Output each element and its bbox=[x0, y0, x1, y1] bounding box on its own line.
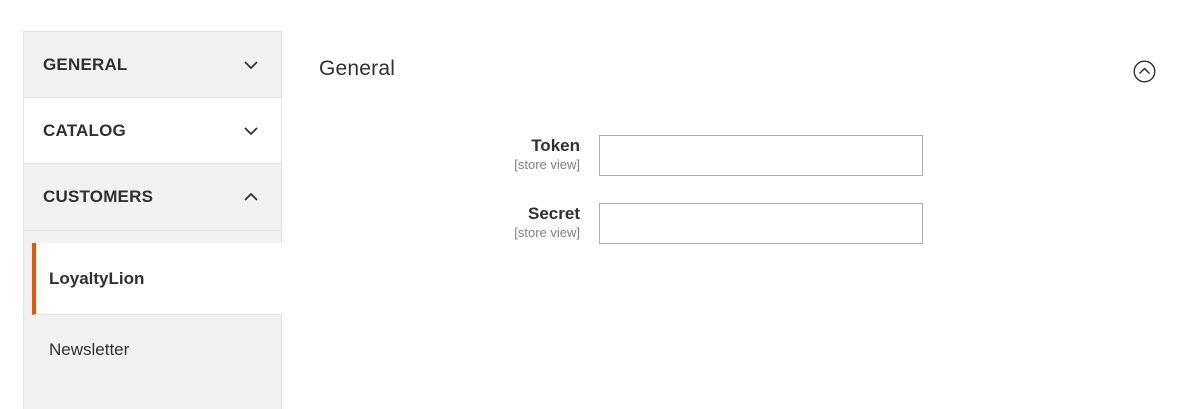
sidebar-section-label: CUSTOMERS bbox=[43, 187, 154, 206]
field-label-name: Secret bbox=[528, 204, 580, 223]
sidebar-section-general[interactable]: GENERAL bbox=[24, 31, 281, 98]
sidebar-section-customers[interactable]: CUSTOMERS bbox=[24, 164, 281, 231]
sidebar-section-label: GENERAL bbox=[43, 54, 128, 74]
sidebar-item-loyaltylion[interactable]: LoyaltyLion bbox=[32, 243, 282, 315]
circle-chevron-up-icon[interactable] bbox=[1133, 60, 1156, 83]
chevron-up-icon bbox=[243, 189, 259, 205]
sidebar-section-label: CATALOG bbox=[43, 120, 126, 140]
field-scope: [store view] bbox=[514, 157, 580, 172]
token-input[interactable] bbox=[599, 135, 923, 176]
secret-input[interactable] bbox=[599, 203, 923, 244]
customers-sub-list: LoyaltyLion Newsletter bbox=[24, 231, 282, 385]
config-page: GENERAL CATALOG CUSTOMERS LoyaltyLion Ne… bbox=[0, 0, 1200, 409]
field-label-name: Token bbox=[531, 136, 580, 155]
token-field-row: Token [store view] bbox=[400, 135, 930, 177]
token-label: Token [store view] bbox=[514, 136, 580, 173]
field-scope: [store view] bbox=[514, 225, 580, 240]
secret-field-row: Secret [store view] bbox=[400, 203, 930, 245]
secret-label: Secret [store view] bbox=[514, 204, 580, 241]
sidebar-section-catalog[interactable]: CATALOG bbox=[24, 98, 281, 164]
sidebar-item-newsletter[interactable]: Newsletter bbox=[24, 315, 281, 385]
config-sidebar: GENERAL CATALOG CUSTOMERS LoyaltyLion Ne… bbox=[23, 31, 282, 409]
sidebar-item-label: Newsletter bbox=[49, 340, 130, 359]
section-title[interactable]: General bbox=[319, 57, 395, 81]
sidebar-item-label: LoyaltyLion bbox=[49, 268, 145, 288]
chevron-down-icon bbox=[243, 123, 259, 139]
chevron-down-icon bbox=[243, 57, 259, 73]
